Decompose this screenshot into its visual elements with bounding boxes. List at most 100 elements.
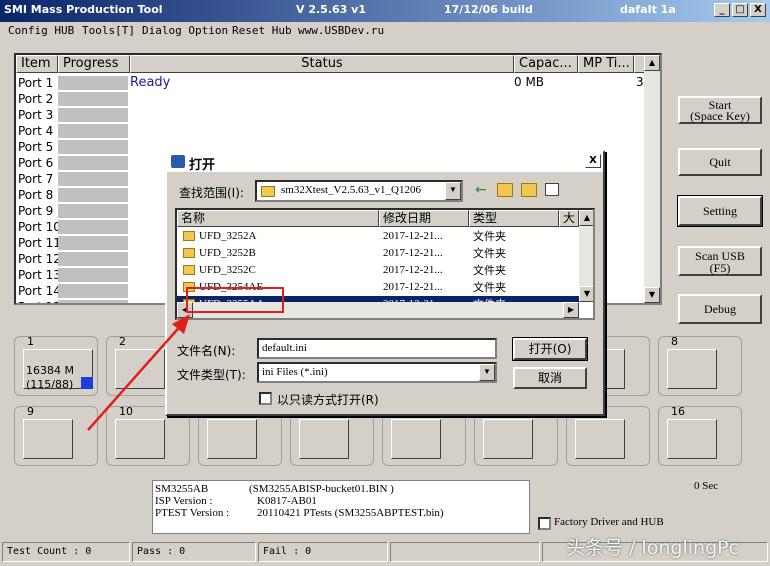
menu-website[interactable]: www.USBDev.ru bbox=[298, 24, 384, 37]
port-box-11-panel[interactable] bbox=[207, 419, 257, 459]
start-button[interactable]: Start (Space Key) bbox=[678, 96, 762, 124]
col-type[interactable]: 类型 bbox=[469, 210, 559, 227]
scroll-down-arrow-icon[interactable]: ▼ bbox=[644, 287, 660, 303]
menu-config-hub[interactable]: Config HUB bbox=[8, 24, 74, 37]
col-name[interactable]: 名称 bbox=[177, 210, 379, 227]
quit-button[interactable]: Quit bbox=[678, 148, 762, 176]
close-button[interactable]: X bbox=[750, 3, 766, 17]
port-box-16-panel[interactable] bbox=[667, 419, 717, 459]
cancel-button[interactable]: 取消 bbox=[513, 367, 587, 389]
readonly-label: 以只读方式打开(R) bbox=[277, 393, 379, 407]
port-label: Port 8 bbox=[18, 188, 54, 202]
port-label: Port 7 bbox=[18, 172, 54, 186]
progress-cell bbox=[58, 76, 128, 91]
progress-cell bbox=[58, 124, 128, 139]
file-scroll-down-icon[interactable]: ▼ bbox=[579, 286, 593, 302]
factory-driver-checkbox[interactable] bbox=[538, 517, 551, 530]
info-isp-version: K0817-AB01 bbox=[257, 495, 317, 507]
port-label: Port 11 bbox=[18, 236, 61, 250]
port-box-16-number: 16 bbox=[671, 405, 685, 418]
lookin-combo[interactable]: sm32Xtest_V2.5.63_v1_Q1206 ▼ bbox=[255, 180, 463, 202]
port-label: Port 9 bbox=[18, 204, 54, 218]
port-box-8-number: 8 bbox=[671, 335, 678, 348]
table-row[interactable]: Port 1 bbox=[16, 75, 648, 91]
setting-button[interactable]: Setting bbox=[677, 195, 763, 227]
port-label: Port 15 bbox=[18, 299, 61, 303]
chevron-down-icon[interactable]: ▼ bbox=[445, 182, 461, 200]
progress-cell bbox=[58, 284, 128, 299]
view-menu-icon[interactable] bbox=[545, 183, 559, 196]
col-progress[interactable]: Progress bbox=[58, 55, 130, 73]
up-folder-icon[interactable] bbox=[497, 183, 513, 197]
file-date: 2017-12-21... bbox=[383, 230, 443, 242]
file-scroll-up-icon[interactable]: ▲ bbox=[579, 210, 593, 226]
scan-usb-button[interactable]: Scan USB (F5) bbox=[678, 246, 762, 276]
menu-dialog-option[interactable]: Dialog Option bbox=[142, 24, 228, 37]
filetype-value: ini Files (*.ini) bbox=[262, 366, 328, 378]
col-size[interactable]: 大 bbox=[559, 210, 579, 227]
table-row[interactable]: Port 2 bbox=[16, 91, 648, 107]
lookin-label: 查找范围(I): bbox=[179, 186, 244, 200]
progress-cell bbox=[58, 204, 128, 219]
folder-icon bbox=[183, 265, 195, 275]
file-type: 文件夹 bbox=[473, 281, 506, 294]
port-box-1-ratio: (115/88) bbox=[26, 378, 74, 391]
readonly-checkbox[interactable] bbox=[259, 392, 272, 405]
file-scroll-right-icon[interactable]: ▶ bbox=[563, 302, 579, 318]
menu-tools[interactable]: Tools[T] bbox=[82, 24, 135, 37]
info-isp-file: (SM3255ABISP-bucket01.BIN ) bbox=[249, 483, 394, 495]
file-row[interactable]: UFD_3252C 2017-12-21... 文件夹 bbox=[177, 262, 579, 279]
file-row[interactable]: UFD_3252A 2017-12-21... 文件夹 bbox=[177, 228, 579, 245]
port-label: Port 12 bbox=[18, 252, 61, 266]
firmware-info-box: SM3255AB (SM3255ABISP-bucket01.BIN ) ISP… bbox=[152, 480, 530, 534]
port-box-12-panel[interactable] bbox=[299, 419, 349, 459]
new-folder-icon[interactable] bbox=[521, 183, 537, 197]
port-box-8-panel[interactable] bbox=[667, 349, 717, 389]
port-label: Port 6 bbox=[18, 156, 54, 170]
menu-reset-hub[interactable]: Reset Hub bbox=[232, 24, 292, 37]
col-item[interactable]: Item bbox=[16, 55, 58, 73]
col-capacity[interactable]: Capac... bbox=[514, 55, 578, 73]
debug-button[interactable]: Debug bbox=[678, 294, 762, 324]
annotation-arrow-icon bbox=[87, 314, 190, 431]
app-build: 17/12/06 build bbox=[444, 3, 533, 16]
table-row[interactable]: Port 3 bbox=[16, 107, 648, 123]
list-vertical-scrollbar[interactable]: ▲ ▼ bbox=[644, 55, 660, 303]
port1-status: Ready bbox=[130, 75, 171, 90]
info-ptest-version: 20110421 PTests (SM3255ABPTEST.bin) bbox=[257, 507, 444, 519]
folder-icon bbox=[183, 248, 195, 258]
port-box-13-panel[interactable] bbox=[391, 419, 441, 459]
filename-input[interactable]: default.ini bbox=[257, 338, 497, 359]
status-pane-4 bbox=[390, 542, 540, 562]
dialog-close-button[interactable]: X bbox=[585, 154, 601, 168]
file-name: UFD_3252C bbox=[199, 264, 256, 276]
progress-cell bbox=[58, 156, 128, 171]
maximize-button[interactable]: □ bbox=[732, 3, 748, 17]
port-box-9-panel[interactable] bbox=[23, 419, 73, 459]
file-type: 文件夹 bbox=[473, 264, 506, 277]
port-box-1-number: 1 bbox=[27, 335, 34, 348]
file-vertical-scrollbar[interactable]: ▲ ▼ bbox=[579, 210, 593, 302]
col-modified[interactable]: 修改日期 bbox=[379, 210, 469, 227]
progress-cell bbox=[58, 252, 128, 267]
filetype-combo[interactable]: ini Files (*.ini) ▼ bbox=[257, 362, 497, 383]
col-mp-time[interactable]: MP Ti... bbox=[578, 55, 634, 73]
filetype-chevron-down-icon[interactable]: ▼ bbox=[479, 364, 495, 381]
minimize-button[interactable]: _ bbox=[714, 3, 730, 17]
scroll-up-arrow-icon[interactable]: ▲ bbox=[644, 55, 660, 71]
file-type: 文件夹 bbox=[473, 247, 506, 260]
table-row[interactable]: Port 4 bbox=[16, 123, 648, 139]
progress-cell bbox=[58, 140, 128, 155]
col-status[interactable]: Status bbox=[130, 55, 514, 73]
file-date: 2017-12-21... bbox=[383, 264, 443, 276]
file-row[interactable]: UFD_3252B 2017-12-21... 文件夹 bbox=[177, 245, 579, 262]
port-box-15-panel[interactable] bbox=[575, 419, 625, 459]
port1-capacity: 0 MB bbox=[514, 75, 545, 89]
back-arrow-icon[interactable]: ← bbox=[475, 182, 487, 198]
port-box-14-panel[interactable] bbox=[483, 419, 533, 459]
app-title: SMI Mass Production Tool bbox=[4, 3, 163, 16]
file-name: UFD_3252B bbox=[199, 247, 256, 259]
title-bar: SMI Mass Production Tool V 2.5.63 v1 17/… bbox=[0, 0, 770, 22]
open-button[interactable]: 打开(O) bbox=[512, 337, 588, 361]
menu-bar: Config HUB Tools[T] Dialog Option Reset … bbox=[0, 22, 770, 40]
